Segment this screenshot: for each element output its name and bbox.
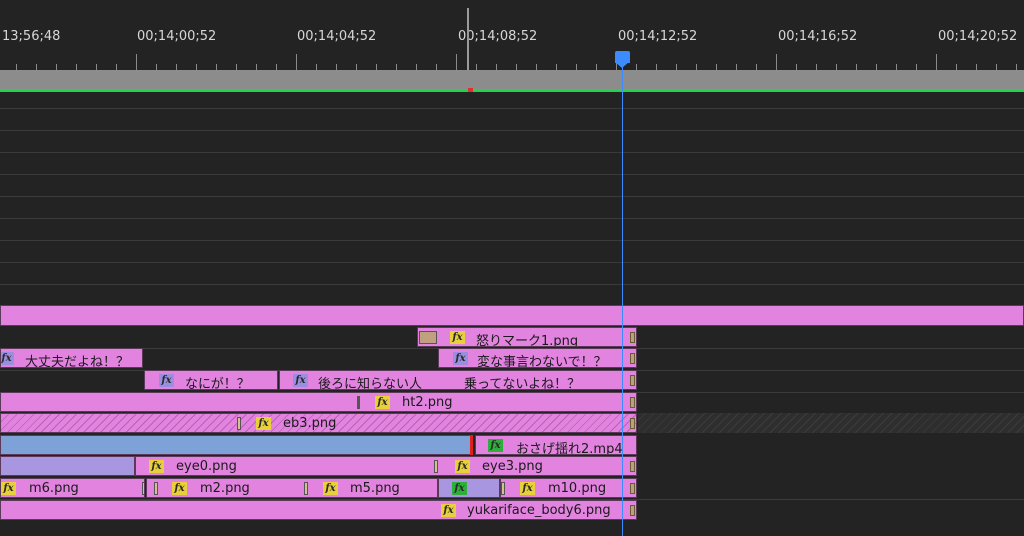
- clip-label: m10.png: [548, 481, 607, 496]
- track-divider: [0, 262, 1024, 263]
- timeline-clip[interactable]: fx m10.png: [500, 478, 637, 498]
- ruler-tick: [936, 54, 937, 70]
- clip-label: 変な事言わないで！？: [477, 355, 607, 368]
- track-divider: [0, 218, 1024, 219]
- fx-icon: fx: [452, 482, 467, 495]
- fx-icon: fx: [1, 482, 16, 495]
- timeline-clip[interactable]: fx eye0.png fx eye3.png: [135, 456, 637, 476]
- timeline-clip[interactable]: fx おさげ揺れ2.mp4: [475, 435, 637, 455]
- work-area-bar[interactable]: [0, 70, 1024, 89]
- fx-icon: fx: [159, 374, 174, 387]
- timeline-clip[interactable]: fx: [438, 478, 500, 498]
- disabled-clip-area: [638, 413, 1024, 433]
- fx-icon: fx: [450, 331, 465, 344]
- timeline-clip[interactable]: [0, 456, 135, 476]
- timecode-label: 00;14;12;52: [618, 29, 698, 44]
- clip-label: m2.png: [200, 481, 250, 496]
- clip-thumbnail: [419, 331, 437, 344]
- fx-icon: fx: [323, 482, 338, 495]
- clip-end-handle[interactable]: [630, 505, 635, 516]
- clip-label: 怒りマーク1.png: [476, 334, 579, 347]
- timecode-label: 00;14;04;52: [297, 29, 377, 44]
- keyframe-marker[interactable]: [154, 482, 158, 495]
- fx-icon: fx: [149, 460, 164, 473]
- marker[interactable]: [468, 88, 473, 92]
- fx-icon: fx: [453, 352, 468, 365]
- clip-end-handle[interactable]: [630, 461, 635, 472]
- timeline-clip[interactable]: fx 大丈夫だよね！？: [0, 348, 143, 368]
- track-divider: [0, 196, 1024, 197]
- keyframe-marker[interactable]: [434, 460, 438, 473]
- clip-end-handle[interactable]: [630, 353, 635, 364]
- timeline-clip[interactable]: fx 変な事言わないで！？: [438, 348, 637, 368]
- timeline-clip[interactable]: fx 怒りマーク1.png: [417, 327, 637, 347]
- timecode-label: 00;14;20;52: [938, 29, 1018, 44]
- timeline-clip[interactable]: fx ht2.png: [0, 392, 637, 412]
- keyframe-marker[interactable]: [142, 482, 144, 495]
- timeline-clip[interactable]: fx yukariface_body6.png: [0, 500, 637, 520]
- fx-icon: fx: [375, 396, 390, 409]
- track-divider: [0, 240, 1024, 241]
- timeline-clip[interactable]: [0, 435, 472, 455]
- clip-label: 後ろに知らない人: [318, 377, 423, 390]
- fx-icon: fx: [441, 504, 456, 517]
- clip-label: ht2.png: [402, 395, 453, 410]
- clip-end-handle[interactable]: [630, 375, 635, 386]
- track-divider: [0, 130, 1024, 131]
- keyframe-marker[interactable]: [501, 482, 505, 495]
- timeline-clip[interactable]: fx m2.png fx m5.png: [146, 478, 438, 498]
- clip-label: 大丈夫だよね！？: [25, 355, 130, 368]
- timecode-label: 00;14;16;52: [778, 29, 858, 44]
- keyframe-marker[interactable]: [304, 482, 308, 495]
- track-divider: [0, 152, 1024, 153]
- clip-end-handle[interactable]: [630, 483, 635, 494]
- clip-label: おさげ揺れ2.mp4: [516, 442, 623, 455]
- fx-icon: fx: [1, 352, 14, 365]
- fx-icon: fx: [488, 439, 503, 452]
- fx-icon: fx: [293, 374, 308, 387]
- keyframe-marker[interactable]: [237, 417, 241, 430]
- clip-label: m6.png: [29, 481, 79, 496]
- time-ruler[interactable]: 13;56;48 00;14;00;52 00;14;04;52 00;14;0…: [0, 0, 1024, 70]
- ruler-tick: [296, 54, 297, 70]
- track-divider: [0, 284, 1024, 285]
- keyframe-marker[interactable]: [357, 396, 360, 409]
- fx-icon: fx: [172, 482, 187, 495]
- timecode-label: 13;56;48: [2, 29, 61, 44]
- clip-label: eye0.png: [176, 459, 237, 474]
- track-divider: [0, 108, 1024, 109]
- clip-label: なにが！？: [185, 377, 250, 390]
- ruler-tick: [136, 54, 137, 70]
- clip-label: eye3.png: [482, 459, 543, 474]
- ruler-tick: [776, 54, 777, 70]
- timeline-clip[interactable]: fx eb3.png: [0, 413, 637, 433]
- timeline-clip[interactable]: fx 後ろに知らない人 乗ってないよね！？: [279, 370, 637, 390]
- clip-label: yukariface_body6.png: [467, 503, 611, 518]
- ruler-tick: [456, 54, 457, 70]
- track-divider: [0, 174, 1024, 175]
- timeline-clip[interactable]: fx m6.png: [0, 478, 145, 498]
- fx-icon: fx: [520, 482, 535, 495]
- hover-indicator-line: [467, 8, 469, 70]
- clip-label: 乗ってないよね！？: [464, 377, 581, 390]
- clip-end-handle[interactable]: [630, 397, 635, 408]
- clip-label: m5.png: [350, 481, 400, 496]
- clip-end-handle[interactable]: [630, 418, 635, 429]
- clip-end-handle[interactable]: [630, 332, 635, 343]
- timecode-label: 00;14;08;52: [458, 29, 538, 44]
- playhead-line: [622, 58, 623, 536]
- timeline-clip[interactable]: fx なにが！？: [144, 370, 278, 390]
- playhead-tip: [615, 62, 629, 68]
- render-status-line: [0, 89, 1024, 92]
- clip-label: eb3.png: [283, 416, 337, 431]
- timecode-label: 00;14;00;52: [137, 29, 217, 44]
- fx-icon: fx: [455, 460, 470, 473]
- fx-icon: fx: [256, 417, 271, 430]
- timeline-clip[interactable]: [0, 305, 1024, 326]
